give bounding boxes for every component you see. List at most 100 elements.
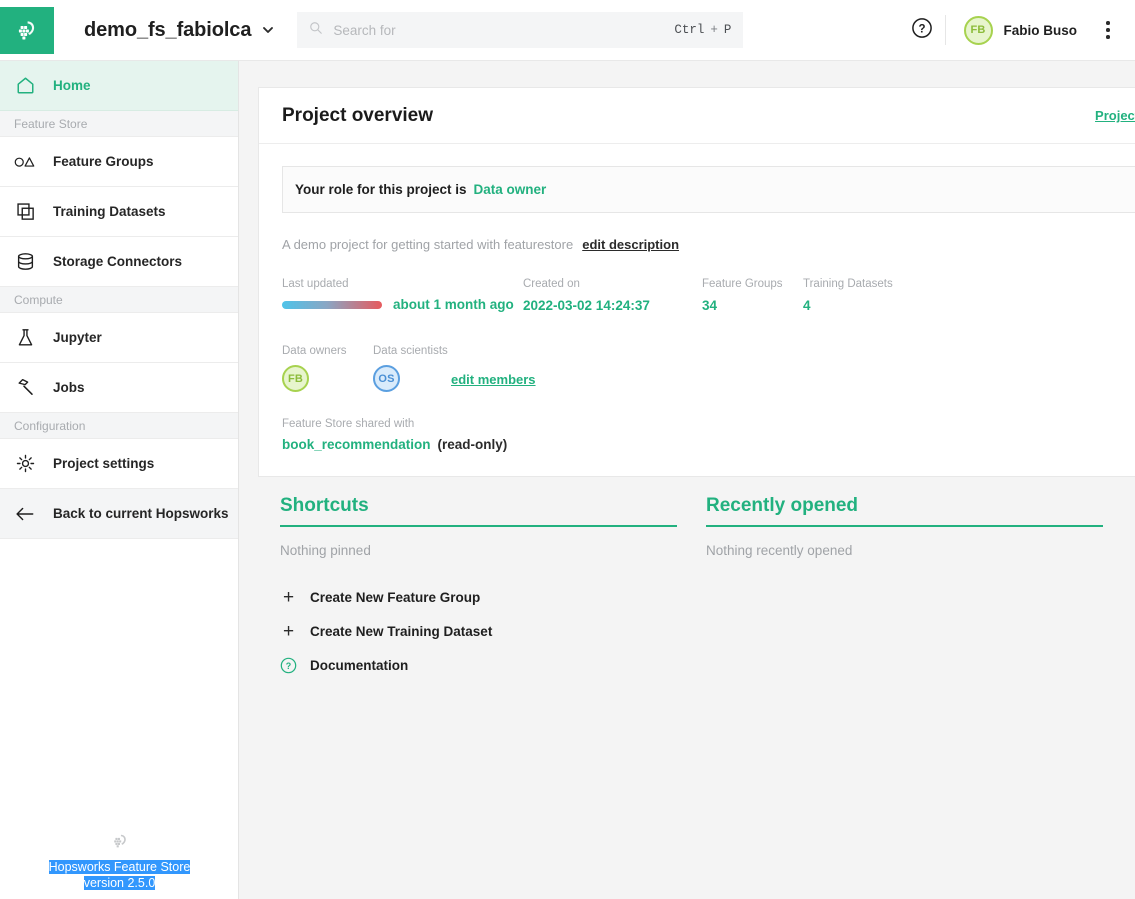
stat-label: Last updated [282, 278, 349, 290]
edit-description-link[interactable]: edit description [582, 237, 679, 252]
sidebar-item-project-settings[interactable]: Project settings [0, 439, 238, 489]
sidebar-item-label: Home [53, 78, 91, 93]
shared-with-section: Feature Store shared with book_recommend… [282, 418, 1135, 452]
role-banner: Your role for this project is Data owner [282, 166, 1135, 213]
stat-label: Created on [523, 278, 580, 290]
sidebar-section-label: Feature Store [14, 116, 88, 131]
shortcuts-panel: Shortcuts Nothing pinned + Create New Fe… [280, 495, 677, 674]
plus-icon: + [282, 587, 295, 608]
shared-access-note: (read-only) [437, 437, 508, 452]
sidebar-item-label: Jupyter [53, 330, 102, 345]
shortcut-key: P [723, 23, 732, 37]
stat-created-on: Created on 2022-03-02 14:24:37 [523, 278, 702, 315]
sidebar-item-storage-connectors[interactable]: Storage Connectors [0, 237, 238, 287]
sidebar-item-label: Back to current Hopsworks [53, 506, 229, 521]
card-body: Your role for this project is Data owner… [259, 144, 1135, 476]
sidebar-section-feature-store: Feature Store [0, 111, 238, 137]
card-header: Project overview Project Settings [259, 88, 1135, 144]
stat-training-datasets: Training Datasets 4 [803, 278, 923, 315]
stacked-squares-icon [14, 201, 36, 223]
sidebar-item-label: Feature Groups [53, 154, 154, 169]
freshness-bar [282, 300, 382, 309]
arrow-left-icon [14, 503, 36, 525]
sidebar-section-label: Configuration [14, 418, 86, 433]
group-label: Data owners [282, 345, 347, 357]
svg-text:?: ? [286, 661, 291, 671]
project-selector[interactable]: demo_fs_fabiolca [84, 0, 275, 60]
create-feature-group-action[interactable]: + Create New Feature Group [280, 587, 677, 608]
shared-project-link[interactable]: book_recommendation [282, 437, 431, 452]
main-content: Project overview Project Settings Your r… [239, 61, 1135, 899]
stat-value: about 1 month ago [393, 297, 514, 312]
hopsworks-logo-icon[interactable] [0, 7, 54, 54]
action-label: Create New Training Dataset [310, 624, 493, 639]
chevron-down-icon[interactable] [261, 23, 275, 37]
version-line-2: version 2.5.0 [83, 875, 156, 890]
home-icon [14, 75, 36, 97]
project-stats: Last updated about 1 month ago Created o… [282, 278, 1135, 315]
stat-value: 34 [702, 298, 718, 313]
plus-icon: + [282, 621, 295, 642]
recently-opened-title: Recently opened [706, 495, 1103, 527]
stat-last-updated: Last updated about 1 month ago [282, 278, 523, 312]
sidebar-item-label: Training Datasets [53, 204, 166, 219]
search-placeholder: Search for [333, 22, 396, 38]
data-scientists-group: Data scientists OS [373, 345, 451, 392]
quick-actions: + Create New Feature Group + Create New … [280, 587, 677, 674]
sidebar-item-training-datasets[interactable]: Training Datasets [0, 187, 238, 237]
help-button[interactable]: ? [899, 17, 945, 44]
question-circle-icon: ? [911, 17, 933, 44]
avatar[interactable]: OS [373, 365, 400, 392]
recently-opened-panel: Recently opened Nothing recently opened [706, 495, 1103, 674]
sidebar-item-label: Storage Connectors [53, 254, 183, 269]
search-shortcut-hint: Ctrl + P [674, 23, 731, 37]
hopsworks-glyph-icon [110, 833, 130, 856]
project-members: Data owners FB Data scientists OS edit m… [282, 345, 1135, 392]
sidebar-footer: Hopsworks Feature Store version 2.5.0 [0, 833, 239, 891]
sidebar-item-back-to-hopsworks[interactable]: Back to current Hopsworks [0, 489, 238, 539]
shortcut-plus: + [710, 23, 718, 37]
user-name: Fabio Buso [1003, 22, 1078, 38]
project-settings-link[interactable]: Project Settings [1095, 108, 1135, 123]
database-icon [14, 251, 36, 273]
gear-icon [14, 453, 36, 475]
top-bar-right: ? FB Fabio Buso [899, 0, 1135, 60]
stat-label: Training Datasets [803, 278, 893, 290]
shortcut-modifier: Ctrl [674, 23, 705, 37]
create-training-dataset-action[interactable]: + Create New Training Dataset [280, 621, 677, 642]
data-owners-group: Data owners FB [282, 345, 373, 392]
avatar[interactable]: FB [282, 365, 309, 392]
edit-members-link[interactable]: edit members [451, 372, 536, 387]
stat-label: Feature Groups [702, 278, 783, 290]
project-description: A demo project for getting started with … [282, 237, 574, 252]
sidebar-item-jobs[interactable]: Jobs [0, 363, 238, 413]
stat-value: 4 [803, 298, 811, 313]
sidebar-item-label: Jobs [53, 380, 85, 395]
sidebar-section-configuration: Configuration [0, 413, 238, 439]
documentation-action[interactable]: ? Documentation [280, 657, 677, 674]
role-value: Data owner [473, 182, 547, 197]
action-label: Documentation [310, 658, 409, 673]
svg-text:?: ? [918, 23, 925, 35]
avatar: FB [963, 15, 993, 45]
shared-label: Feature Store shared with [282, 418, 415, 430]
shortcuts-title: Shortcuts [280, 495, 677, 527]
kebab-menu-icon[interactable] [1093, 10, 1123, 50]
sidebar-item-jupyter[interactable]: Jupyter [0, 313, 238, 363]
circle-triangle-icon [14, 151, 36, 173]
user-menu[interactable]: FB Fabio Buso [946, 15, 1094, 45]
version-line-1: Hopsworks Feature Store [48, 860, 191, 874]
role-label: Your role for this project is [295, 182, 467, 197]
sidebar-item-home[interactable]: Home [0, 61, 238, 111]
search-icon [309, 21, 323, 40]
search-input[interactable]: Search for Ctrl + P [297, 12, 744, 48]
lower-panels: Shortcuts Nothing pinned + Create New Fe… [280, 495, 1135, 674]
sidebar-section-label: Compute [14, 292, 63, 307]
flask-icon [14, 327, 36, 349]
page-title: Project overview [282, 104, 434, 126]
hammer-icon [14, 377, 36, 399]
sidebar-section-compute: Compute [0, 287, 238, 313]
sidebar-item-feature-groups[interactable]: Feature Groups [0, 137, 238, 187]
recently-opened-empty-text: Nothing recently opened [706, 543, 853, 558]
version-text: Hopsworks Feature Store version 2.5.0 [45, 860, 195, 891]
